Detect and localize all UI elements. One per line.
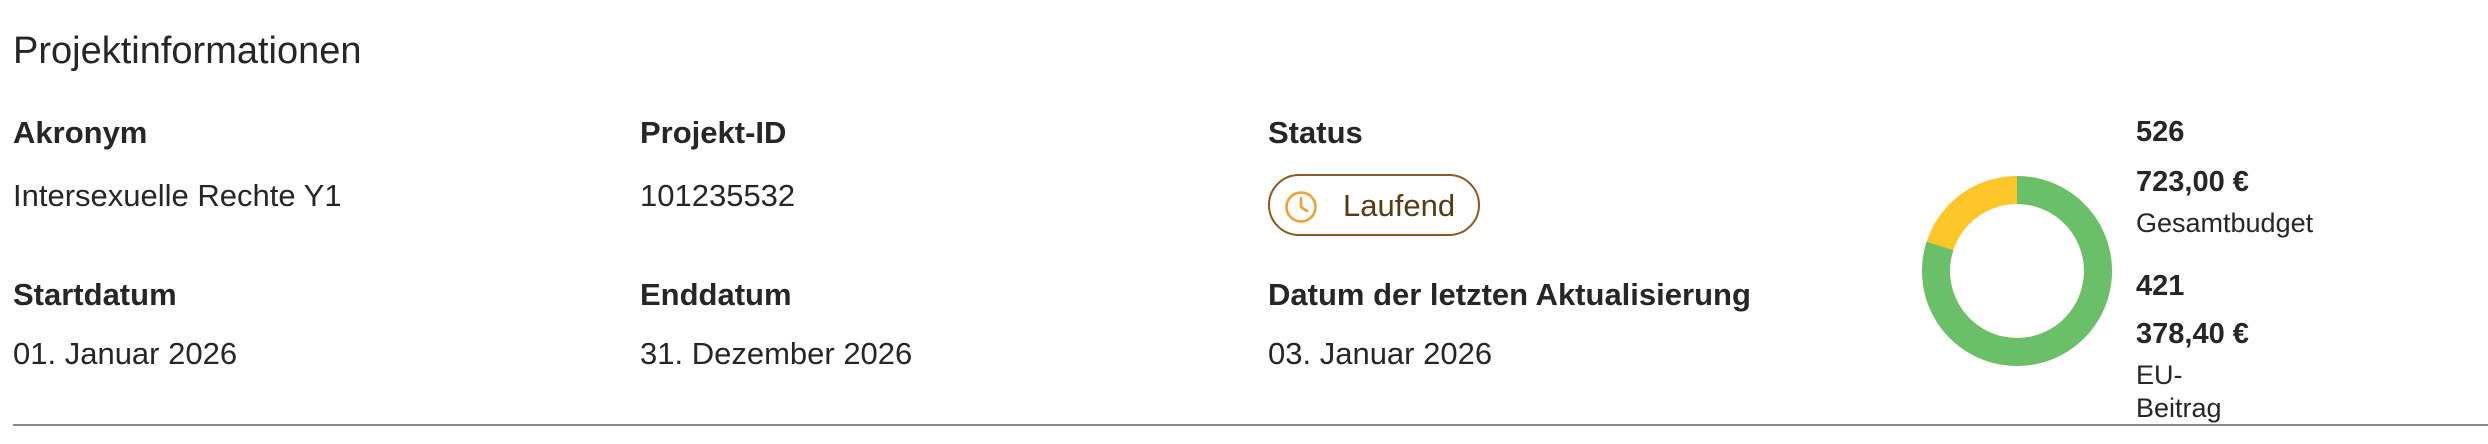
last-update-label: Datum der letzten Aktualisierung (1268, 277, 1751, 312)
project-id-label: Projekt-ID (640, 115, 787, 150)
eu-contribution-amount-line1: 421 (2136, 270, 2185, 302)
total-budget-amount-line2: 723,00 € (2136, 166, 2249, 198)
eu-contribution-amount-line2: 378,40 € (2136, 318, 2249, 350)
project-id-value: 101235532 (640, 178, 796, 213)
clock-icon (1284, 190, 1318, 224)
section-divider (13, 424, 2488, 426)
eu-contribution-label-line1: EU- (2136, 360, 2183, 390)
status-value: Laufend (1343, 188, 1456, 223)
status-label: Status (1268, 115, 1363, 150)
acronym-value: Intersexuelle Rechte Y1 (13, 178, 342, 213)
start-date-value: 01. Januar 2026 (13, 336, 238, 371)
budget-donut-chart (1922, 176, 2112, 366)
eu-contribution-label-line2: Beitrag (2136, 393, 2222, 423)
status-badge: Laufend (1268, 174, 1480, 236)
total-budget-amount-line1: 526 (2136, 116, 2185, 148)
end-date-value: 31. Dezember 2026 (640, 336, 913, 371)
total-budget-label: Gesamtbudget (2136, 208, 2314, 238)
last-update-value: 03. Januar 2026 (1268, 336, 1493, 371)
section-title: Projektinformationen (13, 30, 362, 72)
acronym-label: Akronym (13, 115, 148, 150)
end-date-label: Enddatum (640, 277, 792, 312)
start-date-label: Startdatum (13, 277, 177, 312)
